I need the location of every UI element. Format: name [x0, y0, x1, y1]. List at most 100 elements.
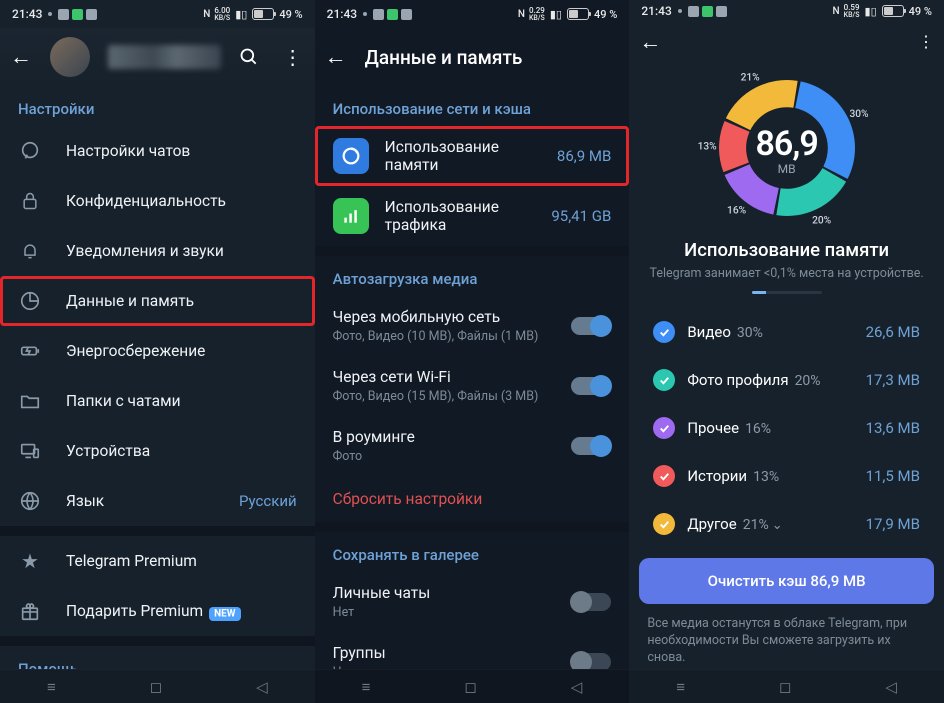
- search-icon[interactable]: [239, 47, 263, 67]
- nav-home-icon[interactable]: ◻: [150, 678, 162, 696]
- toggle[interactable]: [571, 653, 611, 669]
- usage-value: 11,5 MB: [866, 467, 920, 485]
- row-gallery-private[interactable]: Личные чаты Нет: [315, 572, 630, 632]
- usage-value: 13,6 MB: [866, 419, 920, 437]
- more-icon[interactable]: ⋮: [918, 32, 934, 51]
- row-auto-wifi[interactable]: Через сети Wi-Fi Фото, Видео (15 MB), Фа…: [315, 356, 630, 416]
- settings-list[interactable]: Настройки Настройки чатов Конфиденциальн…: [0, 86, 315, 669]
- reset-button[interactable]: Сбросить настройки: [315, 476, 630, 522]
- status-icon: [86, 9, 97, 20]
- usage-row[interactable]: Другое21%⌄17,9 MB: [639, 500, 934, 548]
- nav-back-icon[interactable]: ◁: [571, 678, 583, 696]
- section-title: Помощь: [0, 646, 315, 669]
- new-badge: NEW: [209, 607, 240, 621]
- usage-label: Фото профиля20%: [687, 371, 853, 389]
- checkbox-icon[interactable]: [653, 465, 675, 487]
- nfc-icon: N: [518, 9, 524, 20]
- usage-label: Видео30%: [687, 323, 853, 341]
- toggle[interactable]: [571, 377, 611, 395]
- donut-slice: [719, 121, 750, 172]
- usage-row[interactable]: Прочее16% 13,6 MB: [639, 404, 934, 452]
- status-bar: 21:43 N 0.59KB/S ▮▯ 49 %: [629, 0, 944, 22]
- nav-recent-icon[interactable]: ≡: [362, 678, 371, 696]
- star-icon: ★: [18, 549, 42, 573]
- row-language[interactable]: Язык Русский: [0, 476, 315, 526]
- checkbox-icon[interactable]: [653, 321, 675, 343]
- dot-icon: [48, 12, 52, 16]
- donut-slice: [726, 80, 798, 130]
- checkbox-icon[interactable]: [653, 369, 675, 391]
- usage-value: 17,3 MB: [866, 371, 920, 389]
- page-title: Данные и память: [365, 46, 620, 69]
- toggle[interactable]: [571, 593, 611, 611]
- usage-label: Другое21%⌄: [687, 515, 853, 533]
- checkbox-icon[interactable]: [653, 417, 675, 439]
- folder-icon: [18, 389, 42, 413]
- progress-bar: [752, 291, 822, 294]
- lock-icon: [18, 189, 42, 213]
- nav-back-icon[interactable]: ◁: [256, 678, 268, 696]
- usage-title: Использование памяти: [629, 239, 944, 261]
- total-value: 86,9: [756, 124, 818, 164]
- nav-home-icon[interactable]: ◻: [779, 678, 791, 696]
- row-traffic-usage[interactable]: Использование трафика 95,41 GB: [315, 186, 630, 246]
- row-auto-mobile[interactable]: Через мобильную сеть Фото, Видео (10 MB)…: [315, 296, 630, 356]
- bell-icon: [18, 239, 42, 263]
- back-icon[interactable]: ←: [10, 44, 32, 70]
- status-icon: [72, 9, 83, 20]
- usage-header: ← ⋮: [629, 22, 944, 61]
- nav-recent-icon[interactable]: ≡: [47, 678, 56, 696]
- slice-pct-label: 13%: [697, 142, 717, 153]
- dot-icon: [363, 12, 367, 16]
- storage-icon: [333, 138, 369, 174]
- nav-back-icon[interactable]: ◁: [885, 678, 897, 696]
- back-icon[interactable]: ←: [639, 29, 661, 55]
- signal-icon: ▮▯: [865, 5, 877, 18]
- toggle[interactable]: [571, 437, 611, 455]
- slice-pct-label: 30%: [849, 109, 869, 120]
- more-icon[interactable]: ⋮: [281, 45, 305, 69]
- checkbox-icon[interactable]: [653, 513, 675, 535]
- divider: [0, 636, 315, 646]
- status-icon: [401, 9, 412, 20]
- battery-icon: [567, 8, 589, 20]
- clear-cache-button[interactable]: Очистить кэш 86,9 MB: [639, 558, 934, 604]
- battery-percent: 49 %: [909, 5, 932, 18]
- row-gallery-groups[interactable]: Группы Нет: [315, 632, 630, 669]
- usage-label: Прочее16%: [687, 419, 853, 437]
- row-gift[interactable]: Подарить PremiumNEW: [0, 586, 315, 636]
- nav-bar: ≡ ◻ ◁: [315, 669, 630, 703]
- usage-value: 26,6 MB: [866, 323, 920, 341]
- usage-subtitle: Telegram занимает <0,1% места на устройс…: [629, 266, 944, 281]
- nav-home-icon[interactable]: ◻: [464, 678, 476, 696]
- row-premium[interactable]: ★ Telegram Premium: [0, 536, 315, 586]
- data-header: ← Данные и память: [315, 28, 630, 86]
- battery-icon: [882, 5, 904, 17]
- row-devices[interactable]: Устройства: [0, 426, 315, 476]
- pie-icon: [18, 289, 42, 313]
- toggle[interactable]: [571, 317, 611, 335]
- row-auto-roaming[interactable]: В роуминге Фото: [315, 416, 630, 476]
- nav-recent-icon[interactable]: ≡: [676, 678, 685, 696]
- row-notifications[interactable]: Уведомления и звуки: [0, 226, 315, 276]
- gift-icon: [18, 599, 42, 623]
- divider: [0, 526, 315, 536]
- section-title: Использование сети и кэша: [315, 86, 630, 126]
- row-data-storage[interactable]: Данные и память: [0, 276, 315, 326]
- row-battery[interactable]: Энергосбережение: [0, 326, 315, 376]
- status-time: 21:43: [327, 7, 357, 21]
- avatar[interactable]: [50, 37, 90, 77]
- signal-icon: ▮▯: [550, 8, 562, 21]
- status-icon: [58, 9, 69, 20]
- usage-row[interactable]: Истории13%11,5 MB: [639, 452, 934, 500]
- row-chats[interactable]: Настройки чатов: [0, 126, 315, 176]
- row-folders[interactable]: Папки с чатами: [0, 376, 315, 426]
- chat-icon: [18, 139, 42, 163]
- usage-row[interactable]: Фото профиля20% 17,3 MB: [639, 356, 934, 404]
- row-privacy[interactable]: Конфиденциальность: [0, 176, 315, 226]
- row-storage-usage[interactable]: Использование памяти 86,9 MB: [315, 126, 630, 186]
- back-icon[interactable]: ←: [325, 44, 347, 70]
- usage-row[interactable]: Видео30% 26,6 MB: [639, 308, 934, 356]
- data-list[interactable]: Использование сети и кэша Использование …: [315, 86, 630, 669]
- nav-bar: ≡ ◻ ◁: [0, 669, 315, 703]
